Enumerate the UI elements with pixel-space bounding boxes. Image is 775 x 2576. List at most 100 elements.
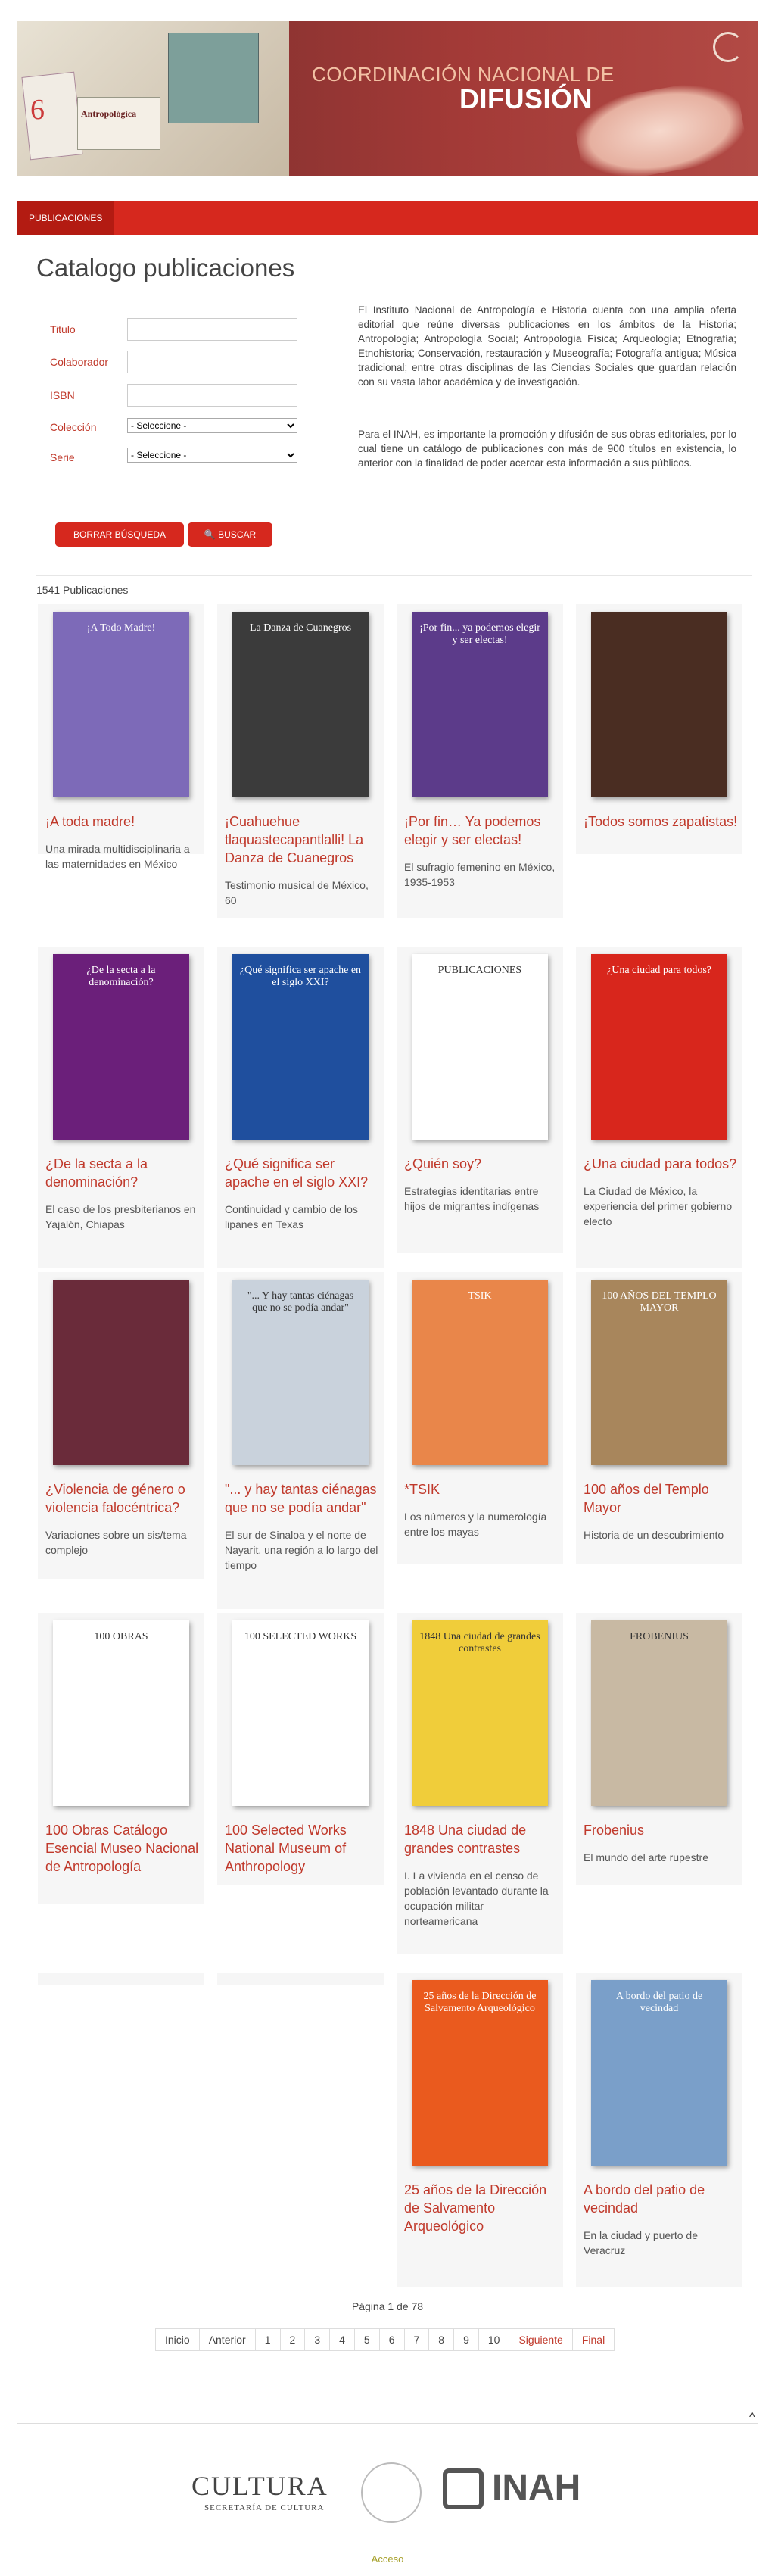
publication-cover[interactable]: La Danza de Cuanegros xyxy=(232,612,369,797)
cover-text: ¿De la secta a la denominación? xyxy=(86,965,156,988)
publication-cover[interactable]: 100 SELECTED WORKS xyxy=(232,1620,369,1806)
coleccion-select[interactable]: - Seleccione - xyxy=(127,418,297,433)
footer-logos: CULTURA SECRETARÍA DE CULTURA INAH xyxy=(0,2453,775,2529)
publication-subtitle: El sufragio femenino en México, 1935-195… xyxy=(404,861,556,888)
publication-title[interactable]: ¿De la secta a la denominación? xyxy=(45,1155,201,1191)
clear-search-button[interactable]: BORRAR BÚSQUEDA xyxy=(55,522,184,547)
publication-subtitle: El mundo del arte rupestre xyxy=(584,1851,708,1863)
publication-cover[interactable]: 1848 Una ciudad de grandes contrastes xyxy=(412,1620,548,1806)
pagination-item[interactable]: 10 xyxy=(479,2329,510,2350)
publication-title[interactable]: 100 Selected Works National Museum of An… xyxy=(225,1821,380,1876)
titulo-input[interactable] xyxy=(127,318,297,341)
publication-cover[interactable]: ¿Qué significa ser apache en el siglo XX… xyxy=(232,954,369,1140)
pagination-item[interactable]: 3 xyxy=(305,2329,331,2350)
publication-title[interactable]: A bordo del patio de vecindad xyxy=(584,2181,739,2217)
publication-title[interactable]: 100 años del Templo Mayor xyxy=(584,1480,739,1517)
pagination-item[interactable]: Siguiente xyxy=(509,2329,573,2350)
banner-number: 6 xyxy=(30,94,45,126)
publication-card[interactable]: ¡A Todo Madre! ¡A toda madre! Una mirada m… xyxy=(38,604,204,870)
publication-title[interactable]: 1848 Una ciudad de grandes contrastes xyxy=(404,1821,559,1857)
publication-card[interactable]: 100 SELECTED WORKS 100 Selected Works Nat… xyxy=(217,1613,384,1885)
colaborador-label: Colaborador xyxy=(50,356,109,368)
cultura-logo: CULTURA xyxy=(191,2471,328,2501)
publication-card[interactable]: ¿Qué significa ser apache en el siglo XX… xyxy=(217,947,384,1268)
publication-cover[interactable] xyxy=(53,1280,189,1465)
publication-cover[interactable]: ¡Por fin... ya podemos elegir y ser elec… xyxy=(412,612,548,797)
pagination-item[interactable]: 1 xyxy=(256,2329,281,2350)
publication-title[interactable]: ¡Todos somos zapatistas! xyxy=(584,812,739,831)
pagination-item[interactable]: 5 xyxy=(355,2329,380,2350)
publication-cover[interactable]: PUBLICACIONES xyxy=(412,954,548,1140)
publication-cover[interactable]: FROBENIUS xyxy=(591,1620,727,1806)
publication-card[interactable]: ¡Todos somos zapatistas! xyxy=(576,604,742,854)
secretaria-label: SECRETARÍA DE CULTURA xyxy=(204,2503,325,2512)
pagination: Inicio Anterior 1 2 3 4 5 6 7 8 9 10 Siguiente Final xyxy=(155,2328,615,2351)
swirl-icon xyxy=(713,32,743,62)
publication-cover[interactable]: ¿De la secta a la denominación? xyxy=(53,954,189,1140)
nav-tab-publicaciones[interactable]: PUBLICACIONES xyxy=(17,201,115,235)
access-link[interactable]: Acceso xyxy=(0,2553,775,2565)
page-info: Página 1 de 78 xyxy=(351,2300,424,2312)
publication-card[interactable]: ¡Por fin... ya podemos elegir y ser elec… xyxy=(397,604,563,918)
header-banner: 6 Antropológica COORDINACIÓN NACIONAL DE… xyxy=(17,21,758,176)
cover-text: ¿Qué significa ser apache en el siglo XX… xyxy=(239,965,362,988)
publication-card[interactable]: "... Y hay tantas ciénagas que no se pod… xyxy=(217,1272,384,1609)
publication-cover[interactable]: TSIK xyxy=(412,1280,548,1465)
serie-select[interactable]: - Seleccione - xyxy=(127,448,297,463)
publication-title[interactable]: ¿Violencia de género o violencia falocén… xyxy=(45,1480,201,1517)
publication-card[interactable]: ¿Una ciudad para todos? ¿Una ciudad para … xyxy=(576,947,742,1268)
publication-title[interactable]: 25 años de la Dirección de Salvamento Ar… xyxy=(404,2181,559,2235)
pagination-item[interactable]: 4 xyxy=(330,2329,355,2350)
cover-text: 100 OBRAS xyxy=(94,1631,148,1642)
search-button[interactable]: 🔍 BUSCAR xyxy=(188,522,272,547)
publication-title[interactable]: ¿Una ciudad para todos? xyxy=(584,1155,739,1173)
publication-subtitle: Los números y la numerología entre los m… xyxy=(404,1511,547,1538)
publication-title[interactable]: ¡Cuahuehue tlaquastecapantlalli! La Danz… xyxy=(225,812,380,867)
publication-card[interactable]: 1848 Una ciudad de grandes contrastes 184… xyxy=(397,1613,563,1954)
publication-card[interactable]: 100 AÑOS DEL TEMPLO MAYOR 100 años del Te… xyxy=(576,1272,742,1564)
publication-card[interactable]: TSIK *TSIK Los números y la numerología en… xyxy=(397,1272,563,1564)
pagination-item[interactable]: Final xyxy=(573,2329,614,2350)
pagination-item[interactable]: 8 xyxy=(429,2329,455,2350)
pagination-item[interactable]: 6 xyxy=(380,2329,405,2350)
publication-cover[interactable]: A bordo del patio de vecindad xyxy=(591,1980,727,2166)
cover-text: ¿Una ciudad para todos? xyxy=(607,965,711,976)
publication-title[interactable]: *TSIK xyxy=(404,1480,559,1499)
publication-card[interactable]: ¿De la secta a la denominación? ¿De la se… xyxy=(38,947,204,1268)
colaborador-input[interactable] xyxy=(127,351,297,373)
chevron-up-icon[interactable]: ^ xyxy=(749,2411,755,2425)
cover-text: FROBENIUS xyxy=(630,1631,689,1642)
inah-logo-text: INAH xyxy=(492,2468,581,2508)
pagination-item[interactable]: Anterior xyxy=(200,2329,256,2350)
publication-card[interactable]: A bordo del patio de vecindad A bordo del… xyxy=(576,1973,742,2287)
publication-title[interactable]: ¿Quién soy? xyxy=(404,1155,559,1173)
pagination-item[interactable]: Inicio xyxy=(156,2329,200,2350)
banner-collage: 6 Antropológica xyxy=(17,21,289,176)
publication-title[interactable]: 100 Obras Catálogo Esencial Museo Nacion… xyxy=(45,1821,201,1876)
publication-card[interactable]: 25 años de la Dirección de Salvamento Ar… xyxy=(397,1973,563,2287)
banner-card xyxy=(168,33,259,123)
publication-cover[interactable]: 100 OBRAS xyxy=(53,1620,189,1806)
publication-title[interactable]: Frobenius xyxy=(584,1821,739,1839)
publication-card[interactable]: La Danza de Cuanegros ¡Cuahuehue tlaquast… xyxy=(217,604,384,918)
pagination-item[interactable]: 2 xyxy=(281,2329,306,2350)
publication-card[interactable]: 100 OBRAS 100 Obras Catálogo Esencial Mus… xyxy=(38,1613,204,1904)
publication-card[interactable]: ¿Violencia de género o violencia falocén… xyxy=(38,1272,204,1579)
publication-cover[interactable]: 100 AÑOS DEL TEMPLO MAYOR xyxy=(591,1280,727,1465)
publication-cover[interactable]: ¿Una ciudad para todos? xyxy=(591,954,727,1140)
cover-text: 100 SELECTED WORKS xyxy=(244,1631,357,1642)
pagination-item[interactable]: 7 xyxy=(405,2329,430,2350)
publication-card[interactable]: FROBENIUS Frobenius El mundo del arte rupe… xyxy=(576,1613,742,1885)
isbn-input[interactable] xyxy=(127,384,297,407)
pagination-item[interactable]: 9 xyxy=(454,2329,479,2350)
publication-title[interactable]: "... y hay tantas ciénagas que no se pod… xyxy=(225,1480,380,1517)
publication-title[interactable]: ¿Qué significa ser apache en el siglo XX… xyxy=(225,1155,380,1191)
publication-cover[interactable]: "... Y hay tantas ciénagas que no se pod… xyxy=(232,1280,369,1465)
results-count: 1541 Publicaciones xyxy=(36,584,129,596)
publication-card[interactable]: PUBLICACIONES ¿Quién soy? Estrategias iden… xyxy=(397,947,563,1253)
publication-cover[interactable]: ¡A Todo Madre! xyxy=(53,612,189,797)
publication-title[interactable]: ¡Por fin… Ya podemos elegir y ser electa… xyxy=(404,812,559,849)
publication-title[interactable]: ¡A toda madre! xyxy=(45,812,201,831)
publication-cover[interactable] xyxy=(591,612,727,797)
publication-cover[interactable]: 25 años de la Dirección de Salvamento Ar… xyxy=(412,1980,548,2166)
